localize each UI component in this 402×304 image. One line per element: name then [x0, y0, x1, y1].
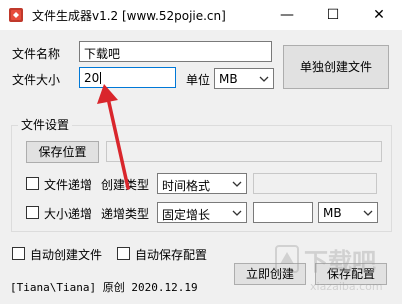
auto-save-config-checkbox[interactable] [117, 247, 130, 260]
file-increment-label: 文件递增 [44, 178, 93, 192]
maximize-icon: ☐ [326, 7, 340, 23]
close-button[interactable]: ✕ [356, 0, 402, 30]
create-type-select[interactable]: 时间格式 [157, 173, 247, 194]
increment-type-select[interactable]: 固定增长 [157, 202, 247, 223]
window-title: 文件生成器v1.2 [www.52pojie.cn] [32, 9, 226, 23]
file-size-label: 文件大小 [12, 73, 61, 87]
text-cursor [100, 72, 102, 84]
file-name-label: 文件名称 [12, 47, 61, 61]
create-type-label: 创建类型 [101, 178, 150, 192]
file-size-input[interactable]: 20 [79, 67, 176, 88]
app-window: 文件生成器v1.2 [www.52pojie.cn] — ☐ ✕ 文件名称 下载… [0, 0, 402, 304]
increment-unit-select[interactable]: MB [318, 202, 378, 223]
increment-type-label: 递增类型 [101, 207, 150, 221]
save-location-button[interactable]: 保存位置 [26, 141, 99, 163]
increment-amount-input[interactable] [253, 202, 313, 223]
create-type-value: 时间格式 [162, 179, 211, 193]
auto-create-label: 自动创建文件 [30, 248, 103, 262]
create-type-extra-input[interactable] [253, 173, 377, 194]
minimize-button[interactable]: — [264, 0, 310, 30]
chevron-down-icon [259, 76, 269, 82]
increment-unit-value: MB [323, 206, 342, 220]
auto-save-config-label: 自动保存配置 [135, 248, 208, 262]
auto-create-checkbox[interactable] [12, 247, 25, 260]
file-increment-checkbox[interactable] [26, 177, 39, 190]
app-icon [9, 8, 23, 22]
file-name-input[interactable]: 下载吧 [79, 41, 272, 62]
file-size-value: 20 [84, 71, 100, 85]
maximize-button[interactable]: ☐ [310, 0, 356, 30]
chevron-down-icon [232, 181, 242, 187]
size-increment-label: 大小递增 [44, 207, 93, 221]
chevron-down-icon [232, 210, 242, 216]
close-icon: ✕ [373, 7, 385, 23]
credit-text: [Tiana\Tiana] 原创 2020.12.19 [10, 281, 198, 294]
minimize-icon: — [280, 7, 294, 23]
save-location-input[interactable] [106, 141, 382, 162]
svg-text:下载吧: 下载吧 [304, 248, 376, 276]
chevron-down-icon [363, 210, 373, 216]
single-create-button[interactable]: 单独创建文件 [283, 45, 389, 89]
title-bar[interactable]: 文件生成器v1.2 [www.52pojie.cn] — ☐ ✕ [0, 0, 402, 30]
unit-label: 单位 [186, 73, 211, 87]
svg-text:xiazaiba.com: xiazaiba.com [310, 280, 383, 293]
unit-select[interactable]: MB [214, 68, 274, 89]
unit-select-value: MB [219, 72, 238, 86]
file-settings-title: 文件设置 [18, 116, 73, 133]
size-increment-checkbox[interactable] [26, 206, 39, 219]
watermark-logo: 下载吧 xiazaiba.com [275, 245, 383, 293]
increment-type-value: 固定增长 [162, 208, 211, 222]
